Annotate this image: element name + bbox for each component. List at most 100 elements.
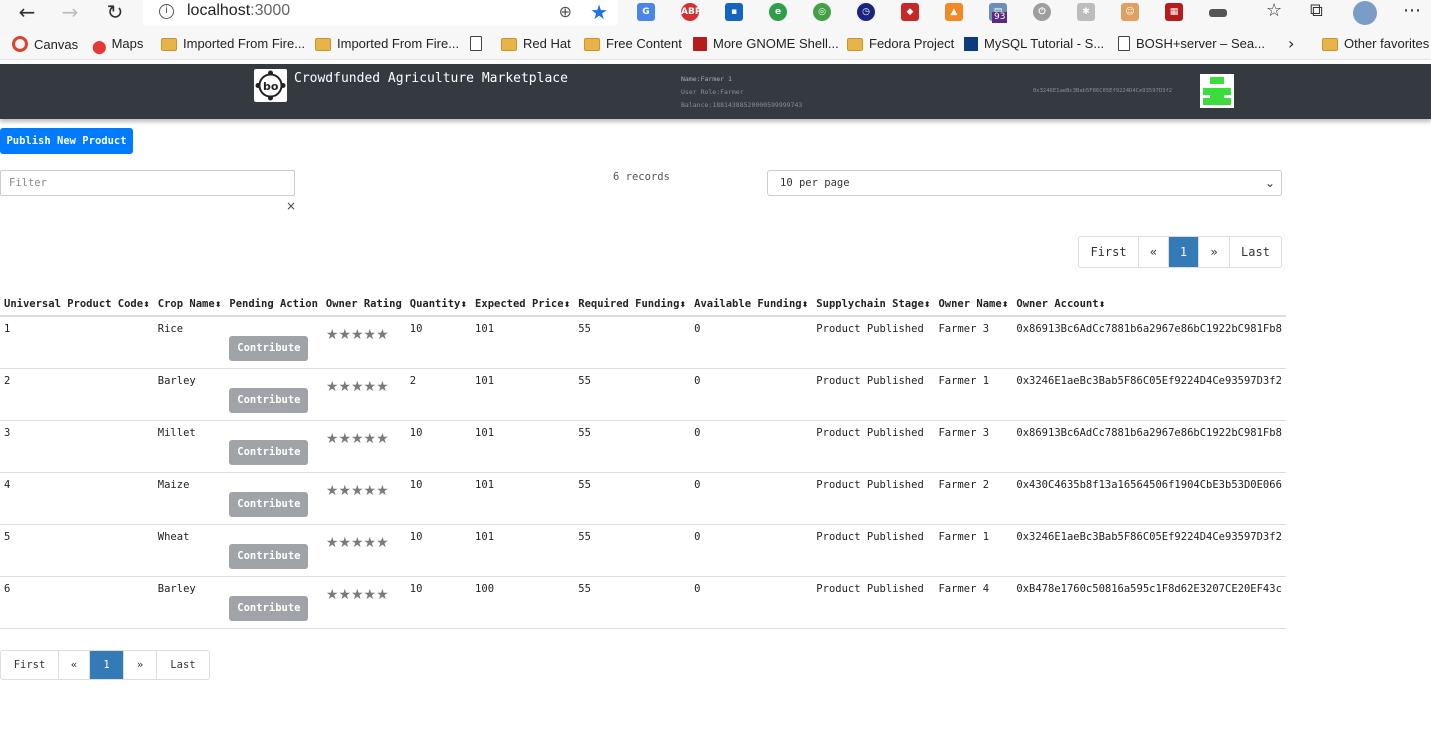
clear-filter-icon[interactable]: ×	[286, 199, 296, 213]
url-text[interactable]: localhost:3000	[187, 2, 290, 20]
page-current-button[interactable]: 1	[90, 651, 124, 679]
address-bar[interactable]: i localhost:3000 ⊕ ★	[143, 0, 618, 26]
rating-stars-icon[interactable]: ★★★★★	[326, 587, 389, 603]
expected-price-cell: 101	[471, 524, 575, 577]
contribute-button[interactable]: Contribute	[229, 439, 309, 465]
maps-pin-icon: ⬤	[92, 40, 107, 55]
save-extension-icon[interactable]: ▪	[725, 3, 743, 21]
page-first-button[interactable]: First	[1, 651, 59, 679]
collections-icon[interactable]: ⧉	[1310, 0, 1323, 21]
profile-avatar-icon[interactable]	[1353, 1, 1377, 25]
owner-name-cell: Farmer 3	[934, 316, 1013, 369]
page-prev-button[interactable]: «	[1139, 237, 1169, 267]
page-prev-button[interactable]: «	[59, 651, 90, 679]
column-header[interactable]: Universal Product Code⬍	[0, 292, 154, 317]
key-extension-icon[interactable]	[1209, 9, 1227, 17]
sort-icon[interactable]: ⬍	[143, 300, 150, 309]
shield-extension-icon[interactable]: ◆	[901, 3, 919, 21]
pagination-bottom: First « 1 » Last	[0, 650, 210, 680]
rating-stars-icon[interactable]: ★★★★★	[326, 535, 389, 551]
url-host: localhost	[187, 2, 251, 19]
sort-icon[interactable]: ⬍	[215, 300, 222, 309]
owner-account-cell: 0x3246E1aeBc3Bab5F86C05Ef9224D4Ce93597D3…	[1012, 524, 1286, 577]
page-last-button[interactable]: Last	[157, 651, 209, 679]
table-row: 3 Millet Contribute ★★★★★ 10 101 55 0 Product Pu…	[0, 420, 1286, 473]
face-extension-icon[interactable]: ☺	[1121, 3, 1139, 21]
bookmark-gnome[interactable]: More GNOME Shell...	[693, 36, 839, 54]
contribute-button[interactable]: Contribute	[229, 595, 309, 621]
chrome-extension-icon[interactable]: ◎	[813, 3, 831, 21]
bookmark-red-hat[interactable]: Red Hat	[501, 36, 571, 54]
column-header[interactable]: Required Funding⬍	[574, 292, 691, 317]
column-header[interactable]: Supplychain Stage⬍	[812, 292, 935, 317]
rating-stars-icon[interactable]: ★★★★★	[326, 483, 389, 499]
contribute-button[interactable]: Contribute	[229, 336, 309, 361]
canvas-icon	[12, 36, 28, 52]
filter-input[interactable]	[0, 170, 295, 196]
bookmark-label: Red Hat	[523, 36, 571, 51]
column-header[interactable]: Owner Account⬍	[1012, 292, 1286, 317]
timer-extension-icon[interactable]: ◷	[857, 3, 875, 21]
page-current-button[interactable]: 1	[1169, 237, 1199, 267]
bookmark-free-content[interactable]: Free Content	[584, 36, 682, 54]
metamask-extension-icon[interactable]: ▲	[945, 3, 963, 21]
folder-icon	[315, 38, 331, 51]
contribute-button[interactable]: Contribute	[229, 543, 309, 569]
app-title: Crowdfunded Agriculture Marketplace	[294, 71, 568, 86]
upc-cell: 6	[0, 576, 154, 629]
rating-stars-icon[interactable]: ★★★★★	[326, 379, 389, 395]
power-extension-icon[interactable]: ⏻	[1033, 3, 1051, 21]
page-last-button[interactable]: Last	[1230, 237, 1281, 267]
sort-icon[interactable]: ⬍	[564, 300, 571, 309]
reload-icon[interactable]: ↻	[102, 1, 128, 23]
per-page-value: 10 per page	[780, 177, 850, 189]
folder-icon	[584, 38, 600, 51]
publish-new-product-button[interactable]: Publish New Product	[0, 128, 133, 154]
contribute-button[interactable]: Contribute	[229, 491, 309, 517]
bookmark-imported-1[interactable]: Imported From Fire...	[161, 36, 305, 54]
bookmark-label: Other favorites	[1344, 36, 1430, 51]
sort-icon[interactable]: ⬍	[679, 300, 686, 309]
available-funding-cell: 0	[690, 368, 813, 421]
bookmark-canvas[interactable]: Canvas	[12, 36, 78, 54]
per-page-select[interactable]: 10 per page ⌄	[767, 170, 1282, 196]
sort-icon[interactable]: ⬍	[924, 300, 931, 309]
forward-arrow-icon[interactable]: →	[57, 1, 83, 23]
bookmark-imported-2[interactable]: Imported From Fire...	[315, 36, 459, 54]
page-next-button[interactable]: »	[124, 651, 157, 679]
chevron-right-icon[interactable]: ›	[1288, 36, 1294, 54]
page-first-button[interactable]: First	[1079, 237, 1139, 267]
rating-stars-icon[interactable]: ★★★★★	[326, 327, 389, 343]
zoom-icon[interactable]: ⊕	[559, 2, 572, 21]
column-header-label: Owner Name	[938, 297, 1002, 310]
adblock-extension-icon[interactable]: ABP	[681, 3, 701, 21]
mosaic-extension-icon[interactable]: ▦	[1165, 3, 1183, 21]
back-arrow-icon[interactable]: ←	[14, 1, 40, 23]
bookmark-page[interactable]	[470, 36, 488, 54]
required-funding-cell: 55	[574, 524, 691, 577]
bookmark-other-favorites[interactable]: Other favorites	[1322, 36, 1429, 54]
column-header[interactable]: Available Funding⬍	[690, 292, 813, 317]
page-next-button[interactable]: »	[1199, 237, 1230, 267]
bookmark-fedora[interactable]: Fedora Project	[847, 36, 954, 54]
column-header[interactable]: Owner Name⬍	[934, 292, 1013, 317]
column-header[interactable]: Crop Name⬍	[153, 292, 226, 317]
sort-icon[interactable]: ⬍	[802, 300, 809, 309]
sort-icon[interactable]: ⬍	[1099, 300, 1106, 309]
column-header[interactable]: Quantity⬍	[405, 292, 472, 317]
sort-icon[interactable]: ⬍	[1002, 300, 1009, 309]
more-menu-icon[interactable]: ⋯	[1403, 0, 1421, 21]
bookmark-maps[interactable]: ⬤ Maps	[92, 36, 143, 55]
contribute-button[interactable]: Contribute	[229, 387, 309, 413]
column-header[interactable]: Expected Price⬍	[471, 292, 575, 317]
rating-stars-icon[interactable]: ★★★★★	[326, 431, 389, 447]
translate-extension-icon[interactable]: G	[637, 3, 655, 21]
favorite-star-icon[interactable]: ★	[590, 0, 608, 24]
evernote-extension-icon[interactable]: e	[769, 3, 787, 21]
sort-icon[interactable]: ⬍	[460, 300, 467, 309]
bookmark-bosh[interactable]: BOSH+server – Sea...	[1118, 36, 1265, 54]
site-info-icon[interactable]: i	[159, 4, 174, 19]
favorites-list-icon[interactable]: ☆	[1266, 0, 1282, 21]
bookmark-mysql[interactable]: MySQL Tutorial - S...	[964, 36, 1104, 54]
fan-extension-icon[interactable]: ✱	[1077, 3, 1095, 21]
